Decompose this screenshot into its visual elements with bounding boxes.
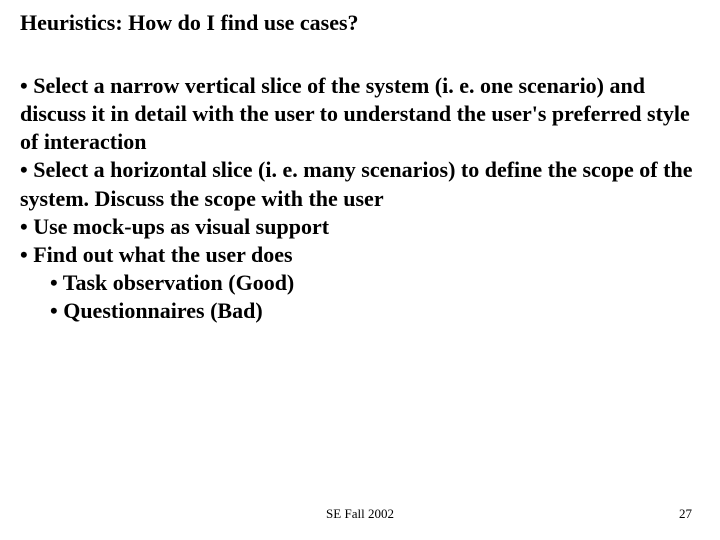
bullet-item: • Find out what the user does	[20, 241, 700, 269]
bullet-item: • Select a horizontal slice (i. e. many …	[20, 156, 700, 212]
footer-course: SE Fall 2002	[0, 506, 720, 522]
bullet-item: • Use mock-ups as visual support	[20, 213, 700, 241]
slide: Heuristics: How do I find use cases? • S…	[0, 0, 720, 540]
slide-title: Heuristics: How do I find use cases?	[20, 10, 700, 36]
bullet-item: • Select a narrow vertical slice of the …	[20, 72, 700, 156]
slide-body: • Select a narrow vertical slice of the …	[20, 72, 700, 325]
sub-bullet-item: • Questionnaires (Bad)	[20, 297, 700, 325]
footer-page-number: 27	[679, 506, 692, 522]
sub-bullet-item: • Task observation (Good)	[20, 269, 700, 297]
